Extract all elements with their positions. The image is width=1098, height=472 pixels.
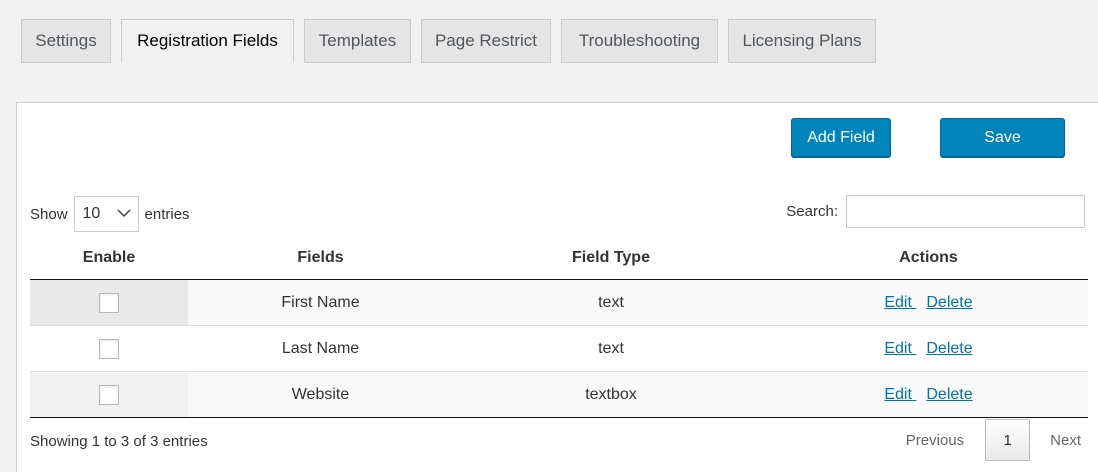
page-length-select[interactable]: 10 — [73, 196, 139, 232]
enable-checkbox[interactable] — [99, 338, 119, 359]
actions-cell: Edit Delete — [769, 325, 1088, 372]
field-type-cell: text — [453, 325, 769, 372]
actions-cell: Edit Delete — [769, 279, 1088, 326]
column-header-field-type[interactable]: Field Type — [453, 237, 769, 280]
table-header-row: Enable Fields Field Type Actions — [30, 237, 1088, 280]
edit-link[interactable]: Edit — [884, 340, 916, 357]
column-header-actions: Actions — [769, 237, 1088, 280]
edit-link[interactable]: Edit — [884, 386, 916, 403]
table-info: Showing 1 to 3 of 3 entries — [30, 433, 208, 450]
field-type-cell: textbox — [453, 371, 769, 418]
chevron-down-icon — [117, 209, 131, 218]
pagination: Previous 1 Next — [906, 419, 1081, 461]
field-name-cell: First Name — [188, 279, 453, 326]
tab-page-restrict[interactable]: Page Restrict — [421, 19, 551, 63]
edit-link[interactable]: Edit — [884, 294, 916, 311]
delete-link[interactable]: Delete — [926, 386, 972, 403]
add-field-button[interactable]: Add Field — [791, 118, 891, 157]
entries-label: entries — [144, 205, 190, 223]
previous-page-button[interactable]: Previous — [906, 432, 964, 449]
page-length-value: 10 — [82, 205, 101, 222]
next-page-button[interactable]: Next — [1050, 432, 1081, 449]
actions-cell: Edit Delete — [769, 371, 1088, 418]
field-name-cell: Last Name — [188, 325, 453, 372]
table-row: Website textbox Edit Delete — [30, 371, 1088, 418]
search-label: Search: — [786, 203, 838, 220]
field-name-cell: Website — [188, 371, 453, 418]
tab-settings[interactable]: Settings — [21, 19, 111, 63]
delete-link[interactable]: Delete — [926, 294, 972, 311]
enable-checkbox[interactable] — [99, 384, 119, 405]
page-length-control: Show 10 entries — [30, 196, 190, 232]
enable-cell — [30, 279, 188, 326]
tab-registration-fields[interactable]: Registration Fields — [121, 19, 294, 63]
search-control: Search: — [786, 195, 1085, 228]
search-input[interactable] — [846, 195, 1085, 228]
save-button[interactable]: Save — [940, 118, 1065, 157]
enable-cell — [30, 325, 188, 372]
delete-link[interactable]: Delete — [926, 340, 972, 357]
enable-cell — [30, 371, 188, 418]
tab-licensing-plans[interactable]: Licensing Plans — [728, 19, 876, 63]
tab-bar: Settings Registration Fields Templates P… — [21, 19, 886, 63]
tab-templates[interactable]: Templates — [304, 19, 411, 63]
tab-troubleshooting[interactable]: Troubleshooting — [561, 19, 718, 63]
column-header-enable[interactable]: Enable — [30, 237, 188, 280]
table-row: Last Name text Edit Delete — [30, 325, 1088, 372]
table-row: First Name text Edit Delete — [30, 279, 1088, 326]
fields-table: Enable Fields Field Type Actions First N… — [30, 237, 1088, 418]
show-label: Show — [30, 205, 68, 223]
enable-checkbox[interactable] — [99, 292, 119, 313]
column-header-fields[interactable]: Fields — [188, 237, 453, 280]
page-1-button[interactable]: 1 — [985, 419, 1031, 461]
field-type-cell: text — [453, 279, 769, 326]
registration-fields-panel: Add Field Save Show 10 entries Search: E… — [16, 102, 1098, 472]
